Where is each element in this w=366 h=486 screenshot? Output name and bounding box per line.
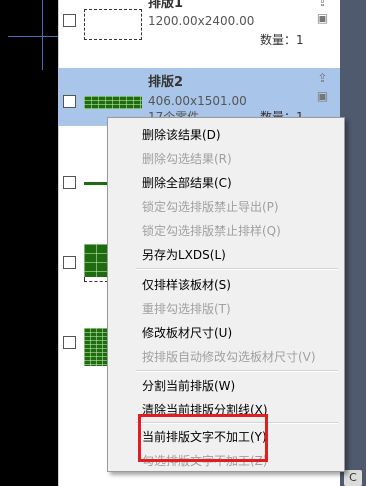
menu-separator [136,370,338,372]
row-checkbox[interactable] [63,14,76,27]
row-checkbox[interactable] [63,176,76,189]
canvas-guide-line [42,0,43,70]
sheet-thumbnail-outline [84,277,108,282]
menu-item-save-as-lxds[interactable]: 另存为LXDS(L) [142,246,226,263]
row-checkbox[interactable] [63,95,76,108]
export-icon[interactable]: ⇪ [316,0,329,9]
row-checkbox[interactable] [63,256,76,269]
layout-count: 数量：1 [260,33,304,47]
export-icon[interactable]: ⇪ [316,72,329,85]
sheet-thumbnail [84,328,108,366]
canvas-guide-line [8,36,62,37]
sheet-thumbnail [84,182,108,185]
layout-canvas[interactable] [0,0,62,486]
menu-item-lock-nesting[interactable]: 锁定勾选排版禁止排样(Q) [142,222,281,239]
menu-item-delete-all[interactable]: 删除全部结果(C) [142,174,232,191]
list-item[interactable]: 排版1 1200.00x2400.00 数量：1 ⇪ ▣ [58,0,340,62]
layout-name: 排版2 [148,75,184,90]
layout-name: 排版1 [148,0,184,11]
layout-dimensions: 406.00x1501.00 [148,94,247,108]
menu-item-lock-export[interactable]: 锁定勾选排版禁止导出(P) [142,198,279,215]
menu-separator [136,268,338,270]
menu-item-nest-this-sheet[interactable]: 仅排样该板材(S) [142,276,231,293]
sheet-thumbnail [84,9,142,40]
menu-item-modify-sheet-size[interactable]: 修改板材尺寸(U) [142,324,232,341]
row-checkbox[interactable] [63,336,76,349]
layout-dimensions: 1200.00x2400.00 [148,14,255,28]
menu-item-split-layout[interactable]: 分割当前排版(W) [142,377,235,394]
edit-icon[interactable]: ▣ [316,12,329,25]
sheet-thumbnail [84,96,142,109]
menu-item-auto-modify-size[interactable]: 按排版自动修改勾选板材尺寸(V) [142,348,316,365]
scrollbar-thumb[interactable]: C [344,470,362,486]
menu-item-delete-result[interactable]: 删除该结果(D) [142,126,221,143]
sheet-thumbnail [84,244,108,278]
highlight-annotation-box [138,414,268,462]
menu-item-delete-checked[interactable]: 删除勾选结果(R) [142,150,232,167]
menu-item-renest-checked[interactable]: 重排勾选排版(T) [142,300,231,317]
edit-icon[interactable]: ▣ [316,90,329,103]
